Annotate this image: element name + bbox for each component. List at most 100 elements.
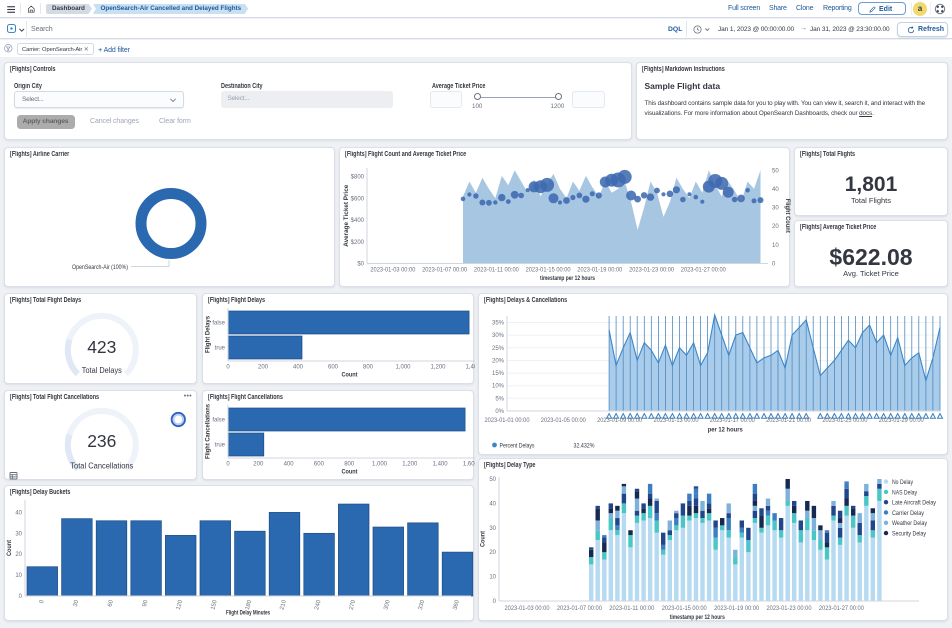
svg-text:Count: Count <box>6 540 13 556</box>
svg-text:30: 30 <box>73 599 81 608</box>
svg-text:40: 40 <box>489 501 496 507</box>
svg-text:2023-01-03 00:00: 2023-01-03 00:00 <box>505 606 551 612</box>
svg-text:timestamp per 12 hours: timestamp per 12 hours <box>540 275 595 282</box>
svg-text:2023-01-19 00:00: 2023-01-19 00:00 <box>714 606 760 612</box>
svg-text:2023-01-15 00:00: 2023-01-15 00:00 <box>662 606 708 612</box>
svg-text:per 12 hours: per 12 hours <box>708 427 744 434</box>
svg-text:240: 240 <box>314 599 323 611</box>
svg-text:20: 20 <box>15 552 22 558</box>
svg-text:Total Delays: Total Delays <box>82 366 122 375</box>
svg-text:90: 90 <box>142 599 150 608</box>
svg-text:1,600: 1,600 <box>463 462 475 468</box>
svg-text:Flight Delays: Flight Delays <box>205 315 212 353</box>
svg-text:0: 0 <box>39 599 46 604</box>
svg-text:10: 10 <box>15 573 22 579</box>
svg-text:20: 20 <box>489 550 496 556</box>
svg-text:300: 300 <box>383 599 392 611</box>
svg-text:20%: 20% <box>492 358 505 364</box>
svg-text:35%: 35% <box>492 321 505 327</box>
svg-text:NAS Delay: NAS Delay <box>892 489 918 496</box>
svg-text:Flight Cancellations: Flight Cancellations <box>205 403 212 459</box>
svg-text:0: 0 <box>226 365 230 371</box>
svg-text:Weather Delay: Weather Delay <box>892 520 928 527</box>
svg-text:2023-01-01 00:00: 2023-01-01 00:00 <box>485 418 531 424</box>
svg-text:60: 60 <box>107 599 115 608</box>
svg-text:2023-01-09 00:00: 2023-01-09 00:00 <box>597 418 643 424</box>
svg-text:false: false <box>212 418 225 424</box>
svg-text:330: 330 <box>418 599 427 611</box>
svg-text:30: 30 <box>15 531 22 537</box>
svg-text:15%: 15% <box>492 371 505 377</box>
svg-text:800: 800 <box>344 462 355 468</box>
svg-text:2023-01-23 00:00: 2023-01-23 00:00 <box>767 606 813 612</box>
svg-text:true: true <box>215 443 226 449</box>
svg-text:2023-01-07 00:00: 2023-01-07 00:00 <box>557 606 603 612</box>
svg-text:10%: 10% <box>492 384 505 390</box>
svg-text:270: 270 <box>349 599 358 611</box>
svg-text:0: 0 <box>772 262 776 268</box>
svg-text:Flight Count: Flight Count <box>784 199 791 233</box>
svg-text:400: 400 <box>284 462 295 468</box>
svg-text:2023-01-13 00:00: 2023-01-13 00:00 <box>654 418 700 424</box>
svg-text:Count: Count <box>342 372 358 379</box>
svg-text:40: 40 <box>772 187 779 193</box>
svg-text:25%: 25% <box>492 346 505 352</box>
svg-text:2023-01-21 00:00: 2023-01-21 00:00 <box>766 418 812 424</box>
svg-text:50: 50 <box>489 477 496 483</box>
svg-text:360: 360 <box>453 599 462 611</box>
svg-text:2023-01-19 00:00: 2023-01-19 00:00 <box>577 268 623 274</box>
svg-text:Average Ticket Price: Average Ticket Price <box>343 184 350 247</box>
svg-text:10: 10 <box>772 243 779 249</box>
svg-text:50: 50 <box>772 168 779 174</box>
svg-text:$800: $800 <box>351 175 365 181</box>
svg-text:2023-01-05 00:00: 2023-01-05 00:00 <box>541 418 587 424</box>
svg-text:210: 210 <box>280 599 289 611</box>
svg-text:30: 30 <box>489 526 496 532</box>
svg-text:236: 236 <box>87 431 116 451</box>
svg-text:40: 40 <box>15 510 22 516</box>
svg-text:200: 200 <box>258 365 269 371</box>
svg-text:Security Delay: Security Delay <box>892 531 927 538</box>
svg-text:2023-01-03 00:00: 2023-01-03 00:00 <box>370 268 416 274</box>
svg-text:$400: $400 <box>351 218 365 224</box>
svg-text:30%: 30% <box>492 333 505 339</box>
svg-text:0: 0 <box>226 462 230 468</box>
svg-text:false: false <box>212 321 225 327</box>
svg-text:2023-01-23 00:00: 2023-01-23 00:00 <box>629 268 675 274</box>
svg-text:2023-01-27 00:00: 2023-01-27 00:00 <box>819 606 865 612</box>
svg-text:2023-01-17 00:00: 2023-01-17 00:00 <box>710 418 756 424</box>
svg-text:120: 120 <box>176 599 185 611</box>
svg-text:0%: 0% <box>495 409 504 415</box>
svg-text:800: 800 <box>363 365 374 371</box>
svg-text:1,000: 1,000 <box>372 462 388 468</box>
svg-text:10: 10 <box>489 575 496 581</box>
svg-text:2023-01-29 00:00: 2023-01-29 00:00 <box>879 418 925 424</box>
svg-text:1,400: 1,400 <box>433 462 449 468</box>
svg-text:0: 0 <box>493 599 497 605</box>
svg-text:600: 600 <box>328 365 339 371</box>
svg-text:1,200: 1,200 <box>430 365 446 371</box>
svg-text:2023-01-15 00:00: 2023-01-15 00:00 <box>526 268 572 274</box>
svg-text:timestamp per 12 hours: timestamp per 12 hours <box>670 614 725 621</box>
svg-text:2023-01-27 00:00: 2023-01-27 00:00 <box>681 268 727 274</box>
svg-text:$200: $200 <box>351 240 365 246</box>
svg-text:30: 30 <box>772 206 779 212</box>
svg-text:2023-01-11 00:00: 2023-01-11 00:00 <box>609 606 655 612</box>
svg-text:$600: $600 <box>351 196 365 202</box>
svg-text:600: 600 <box>314 462 325 468</box>
svg-text:$0: $0 <box>357 262 364 268</box>
svg-text:200: 200 <box>253 462 264 468</box>
svg-text:400: 400 <box>293 365 304 371</box>
svg-text:2023-01-07 00:00: 2023-01-07 00:00 <box>422 268 468 274</box>
svg-text:No Delay: No Delay <box>892 479 914 486</box>
svg-text:Total Cancellations: Total Cancellations <box>70 462 133 471</box>
svg-text:Percent Delays: Percent Delays <box>500 443 535 450</box>
svg-text:OpenSearch-Air (100%): OpenSearch-Air (100%) <box>72 264 128 271</box>
svg-text:Carrier Delay: Carrier Delay <box>892 510 925 517</box>
svg-text:2023-01-25 00:00: 2023-01-25 00:00 <box>822 418 868 424</box>
svg-text:Flight Delay Minutes: Flight Delay Minutes <box>226 610 270 617</box>
svg-text:1,400: 1,400 <box>465 365 475 371</box>
svg-text:0: 0 <box>19 594 23 600</box>
svg-text:2023-01-11 00:00: 2023-01-11 00:00 <box>474 268 520 274</box>
svg-text:1,200: 1,200 <box>402 462 418 468</box>
